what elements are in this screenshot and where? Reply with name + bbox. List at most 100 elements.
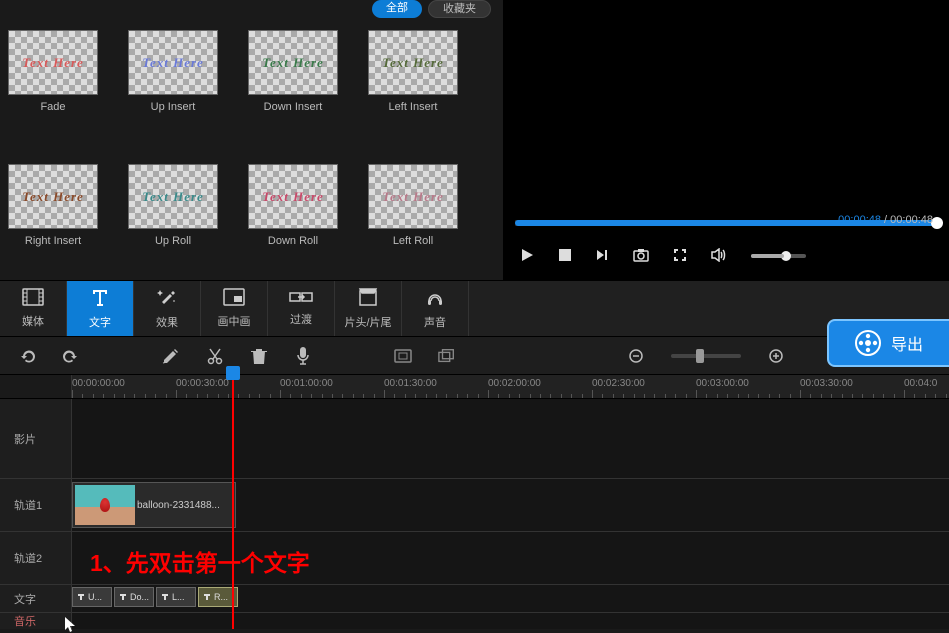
text-icon — [90, 287, 110, 310]
volume-button[interactable] — [711, 248, 727, 265]
zoom-slider[interactable] — [671, 354, 741, 358]
tab-trans[interactable]: 过渡 — [268, 281, 335, 336]
tab-audio[interactable]: 声音 — [402, 281, 469, 336]
ruler-mark: 00:00:30:00 — [176, 378, 229, 389]
track-label-1: 轨道1 — [0, 479, 72, 531]
text-template-item[interactable]: Text HereUp Insert — [128, 30, 218, 136]
ruler-mark: 00:03:30:00 — [800, 378, 853, 389]
zoom-out-button[interactable] — [627, 347, 645, 365]
text-template-item[interactable]: Text Here Down Roll — [248, 164, 338, 270]
layers-button[interactable] — [438, 347, 456, 365]
text-template-item[interactable]: Text HereDown Insert — [248, 30, 338, 136]
pip-icon — [223, 288, 245, 309]
tab-intro[interactable]: 片头/片尾 — [335, 281, 402, 336]
crop-button[interactable] — [394, 347, 412, 365]
template-thumbnail: Text Here — [128, 164, 218, 229]
text-clip[interactable]: Do... — [114, 587, 154, 607]
clip-thumbnail — [75, 485, 135, 525]
intro-icon — [358, 287, 378, 310]
timeline-tracks: 影片 轨道1 balloon-2331488... 轨道2 1、先双击第一个文字… — [0, 399, 949, 629]
ruler-mark: 00:01:00:00 — [280, 378, 333, 389]
track-label-2: 轨道2 — [0, 532, 72, 584]
cursor-icon — [65, 617, 77, 633]
volume-slider[interactable] — [751, 254, 806, 258]
fullscreen-button[interactable] — [673, 248, 687, 265]
preview-panel: 00:00:48 / 00:00:48 — [503, 0, 949, 280]
export-button[interactable]: 导出 — [827, 319, 949, 367]
template-label: Up Insert — [151, 101, 196, 113]
stop-button[interactable] — [559, 249, 571, 264]
step-button[interactable] — [595, 248, 609, 265]
template-thumbnail: Text Here — [8, 30, 98, 95]
track-2[interactable]: 1、先双击第一个文字 — [72, 532, 949, 584]
ruler-mark: 00:03:00:00 — [696, 378, 749, 389]
track-music[interactable] — [72, 613, 949, 629]
filter-all-button[interactable]: 全部 — [372, 0, 422, 18]
ruler-mark: 00:01:30:00 — [384, 378, 437, 389]
clip-name: balloon-2331488... — [137, 500, 220, 511]
time-display: 00:00:48 / 00:00:48 — [838, 214, 933, 226]
text-clip[interactable]: U... — [72, 587, 112, 607]
audio-icon — [425, 287, 445, 310]
filter-fav-button[interactable]: 收藏夹 — [428, 0, 491, 18]
track-video[interactable] — [72, 399, 949, 478]
tab-label: 媒体 — [22, 313, 44, 329]
edit-button[interactable] — [162, 347, 180, 365]
tab-label: 声音 — [424, 314, 446, 330]
ruler-mark: 00:02:30:00 — [592, 378, 645, 389]
track-text[interactable]: U...Do...L...R... — [72, 585, 949, 612]
text-template-item[interactable]: Text HereLeft Roll — [368, 164, 458, 270]
player-controls: 00:00:48 / 00:00:48 — [503, 232, 949, 280]
redo-button[interactable] — [62, 347, 80, 365]
snapshot-button[interactable] — [633, 248, 649, 265]
annotation-text: 1、先双击第一个文字 — [90, 544, 310, 578]
video-clip[interactable]: balloon-2331488... — [72, 482, 236, 528]
text-template-item[interactable]: Text Here Right Insert — [8, 164, 98, 270]
ruler-mark: 00:04:0 — [904, 378, 937, 389]
ruler-mark: 00:02:00:00 — [488, 378, 541, 389]
text-template-item[interactable]: Text Here Left Insert — [368, 30, 458, 136]
play-button[interactable] — [519, 247, 535, 266]
text-template-item[interactable]: Text Here Fade — [8, 30, 98, 136]
tab-label: 画中画 — [218, 313, 251, 329]
template-label: Fade — [40, 101, 65, 113]
tab-label: 片头/片尾 — [344, 314, 391, 330]
template-thumbnail: Text Here — [248, 164, 338, 229]
tab-label: 文字 — [89, 314, 111, 330]
voiceover-button[interactable] — [294, 347, 312, 365]
track-label-music: 音乐 — [0, 613, 72, 629]
template-label: Up Roll — [155, 235, 191, 247]
tab-pip[interactable]: 画中画 — [201, 281, 268, 336]
template-label: Left Roll — [393, 235, 433, 247]
tab-label: 过渡 — [290, 311, 312, 327]
cut-button[interactable] — [206, 347, 224, 365]
timeline-ruler[interactable]: 00:00:00:00 00:00:30:00 00:01:00:00 00:01:3… — [0, 375, 949, 399]
video-preview[interactable] — [503, 0, 949, 214]
text-template-item[interactable]: Text Here Up Roll — [128, 164, 218, 270]
template-label: Right Insert — [25, 235, 81, 247]
tab-media[interactable]: 媒体 — [0, 281, 67, 336]
tab-text[interactable]: 文字 — [67, 281, 134, 336]
track-1[interactable]: balloon-2331488... — [72, 479, 949, 531]
effect-icon — [157, 287, 177, 310]
track-label-text: 文字 — [0, 585, 72, 612]
track-label-video: 影片 — [0, 399, 72, 478]
tab-effect[interactable]: 效果 — [134, 281, 201, 336]
template-label: Left Insert — [389, 101, 438, 113]
ruler-mark: 00:00:00:00 — [72, 378, 125, 389]
template-label: Down Insert — [264, 101, 323, 113]
filter-bar: 全部 收藏夹 — [0, 0, 503, 10]
playhead[interactable] — [232, 380, 234, 629]
playhead-handle[interactable] — [226, 366, 240, 380]
timeline-toolbar — [0, 337, 949, 375]
template-label: Down Roll — [268, 235, 318, 247]
tab-label: 效果 — [156, 314, 178, 330]
zoom-in-button[interactable] — [767, 347, 785, 365]
undo-button[interactable] — [18, 347, 36, 365]
media-icon — [22, 288, 44, 309]
template-thumbnail: Text Here — [8, 164, 98, 229]
delete-button[interactable] — [250, 347, 268, 365]
template-thumbnail: Text Here — [368, 30, 458, 95]
text-clip[interactable]: L... — [156, 587, 196, 607]
category-tabs: 媒体 文字 效果 画中画 过渡 片头/片尾 声音 — [0, 280, 949, 337]
